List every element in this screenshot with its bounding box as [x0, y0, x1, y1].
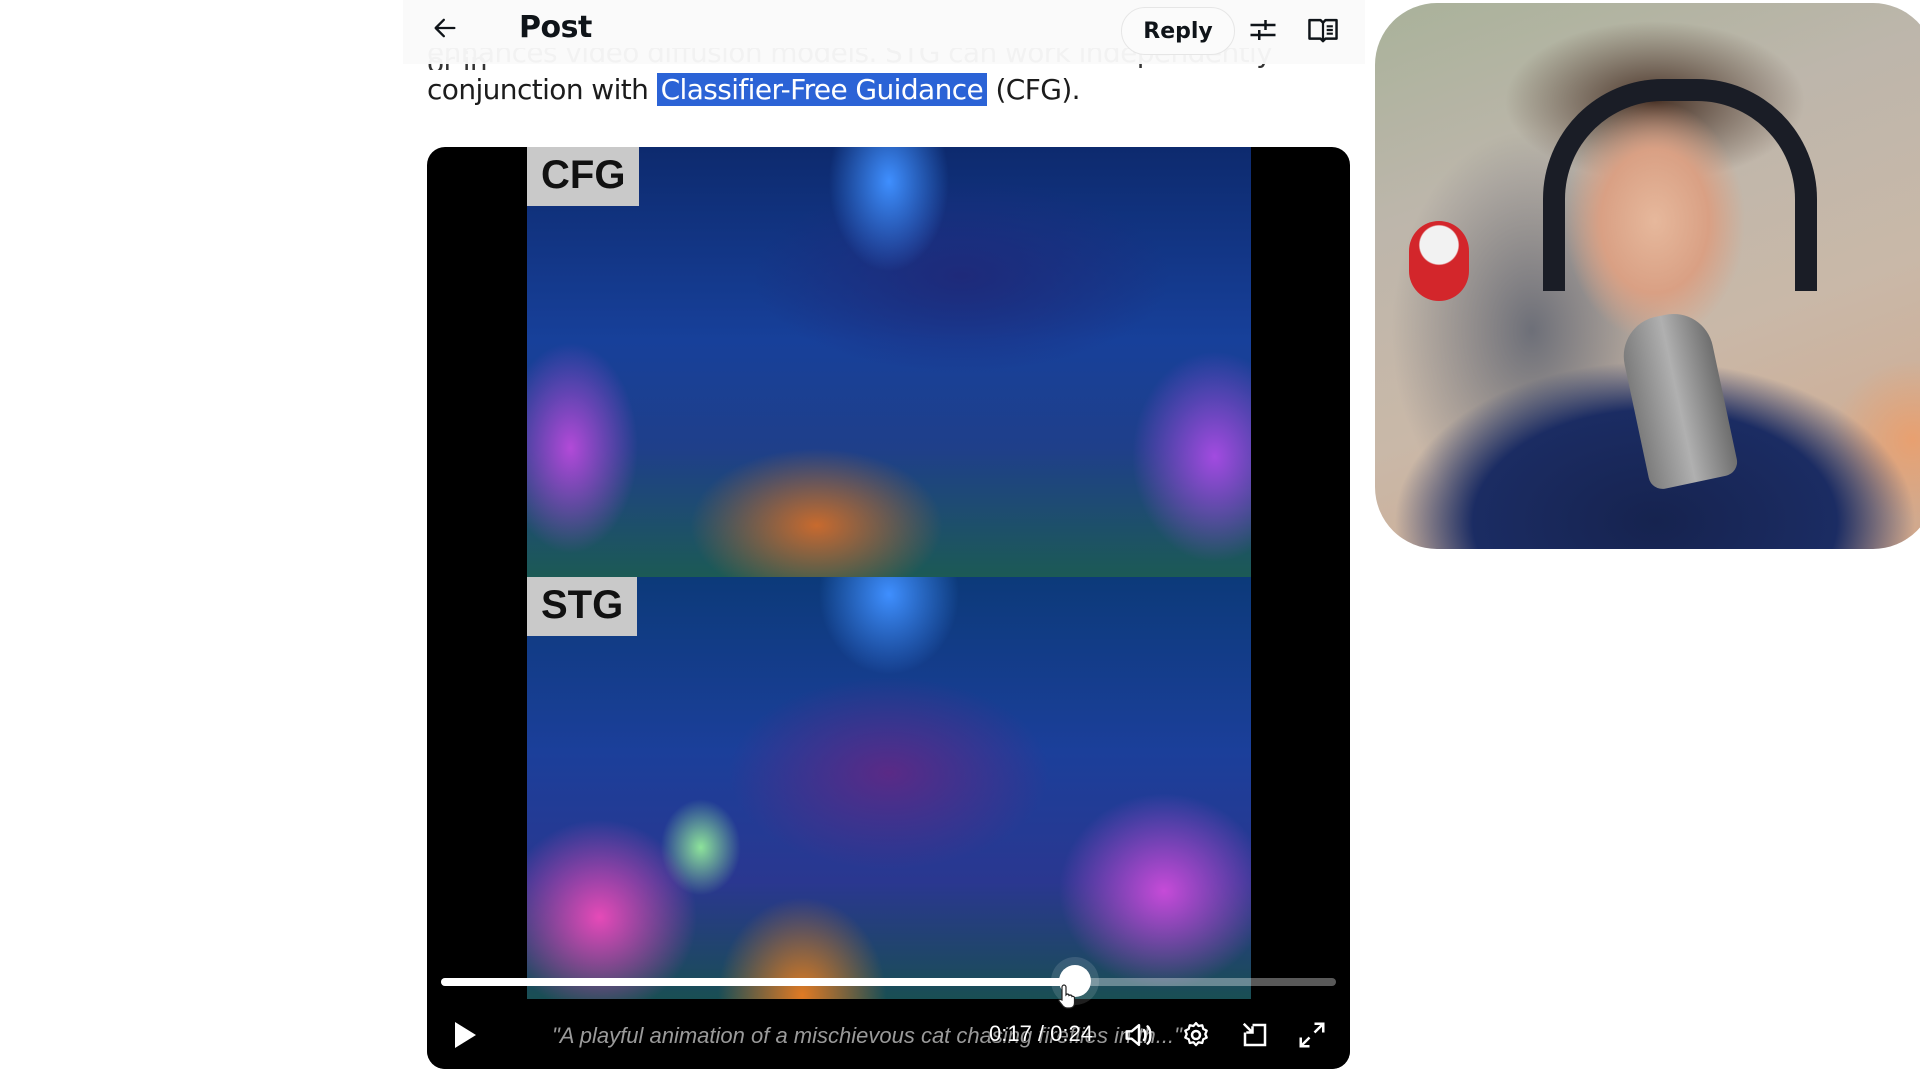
- time-display: 0:17 / 0:24: [989, 1021, 1093, 1046]
- webcam-microphone: [1615, 306, 1740, 492]
- volume-button[interactable]: [1119, 1015, 1159, 1055]
- page-title: Post: [519, 10, 592, 45]
- webcam-headphones: [1543, 79, 1817, 292]
- book-open-icon: [1308, 18, 1338, 43]
- fullscreen-icon: [1299, 1022, 1325, 1048]
- settings-button[interactable]: [1176, 1015, 1216, 1055]
- back-button[interactable]: [427, 10, 463, 46]
- hand-cursor-icon: [1057, 984, 1075, 1009]
- progress-fill: [441, 978, 1075, 986]
- cfg-label: CFG: [527, 147, 640, 206]
- fullscreen-button[interactable]: [1292, 1015, 1332, 1055]
- post-header: Post Reply: [403, 0, 1365, 64]
- post-text-suffix: (CFG).: [987, 73, 1080, 106]
- filters-button[interactable]: [1245, 12, 1281, 48]
- gear-icon: [1184, 1022, 1208, 1047]
- play-icon: [455, 1022, 476, 1048]
- video-frame-cfg: CFG: [527, 147, 1251, 577]
- reader-mode-button[interactable]: [1305, 12, 1341, 48]
- picture-in-picture-icon: [1242, 1022, 1267, 1047]
- post-text-prefix: conjunction with: [427, 73, 657, 106]
- progress-bar[interactable]: [441, 965, 1336, 1009]
- webcam-background-toy: [1408, 221, 1469, 302]
- selected-text-highlight[interactable]: Classifier-Free Guidance: [656, 73, 988, 106]
- reply-button[interactable]: Reply: [1121, 7, 1235, 55]
- volume-icon: [1125, 1023, 1152, 1047]
- play-button[interactable]: [445, 1015, 485, 1055]
- picture-in-picture-button[interactable]: [1235, 1015, 1275, 1055]
- sliders-icon: [1250, 20, 1276, 40]
- progress-knob[interactable]: [1057, 965, 1091, 1009]
- arrow-left-icon: [434, 18, 456, 38]
- stg-label: STG: [527, 577, 638, 636]
- video-frame-stg: STG: [527, 577, 1251, 1013]
- webcam-overlay: [1375, 3, 1920, 549]
- video-player[interactable]: CFG STG "A playful animation of a mischi…: [427, 147, 1350, 1069]
